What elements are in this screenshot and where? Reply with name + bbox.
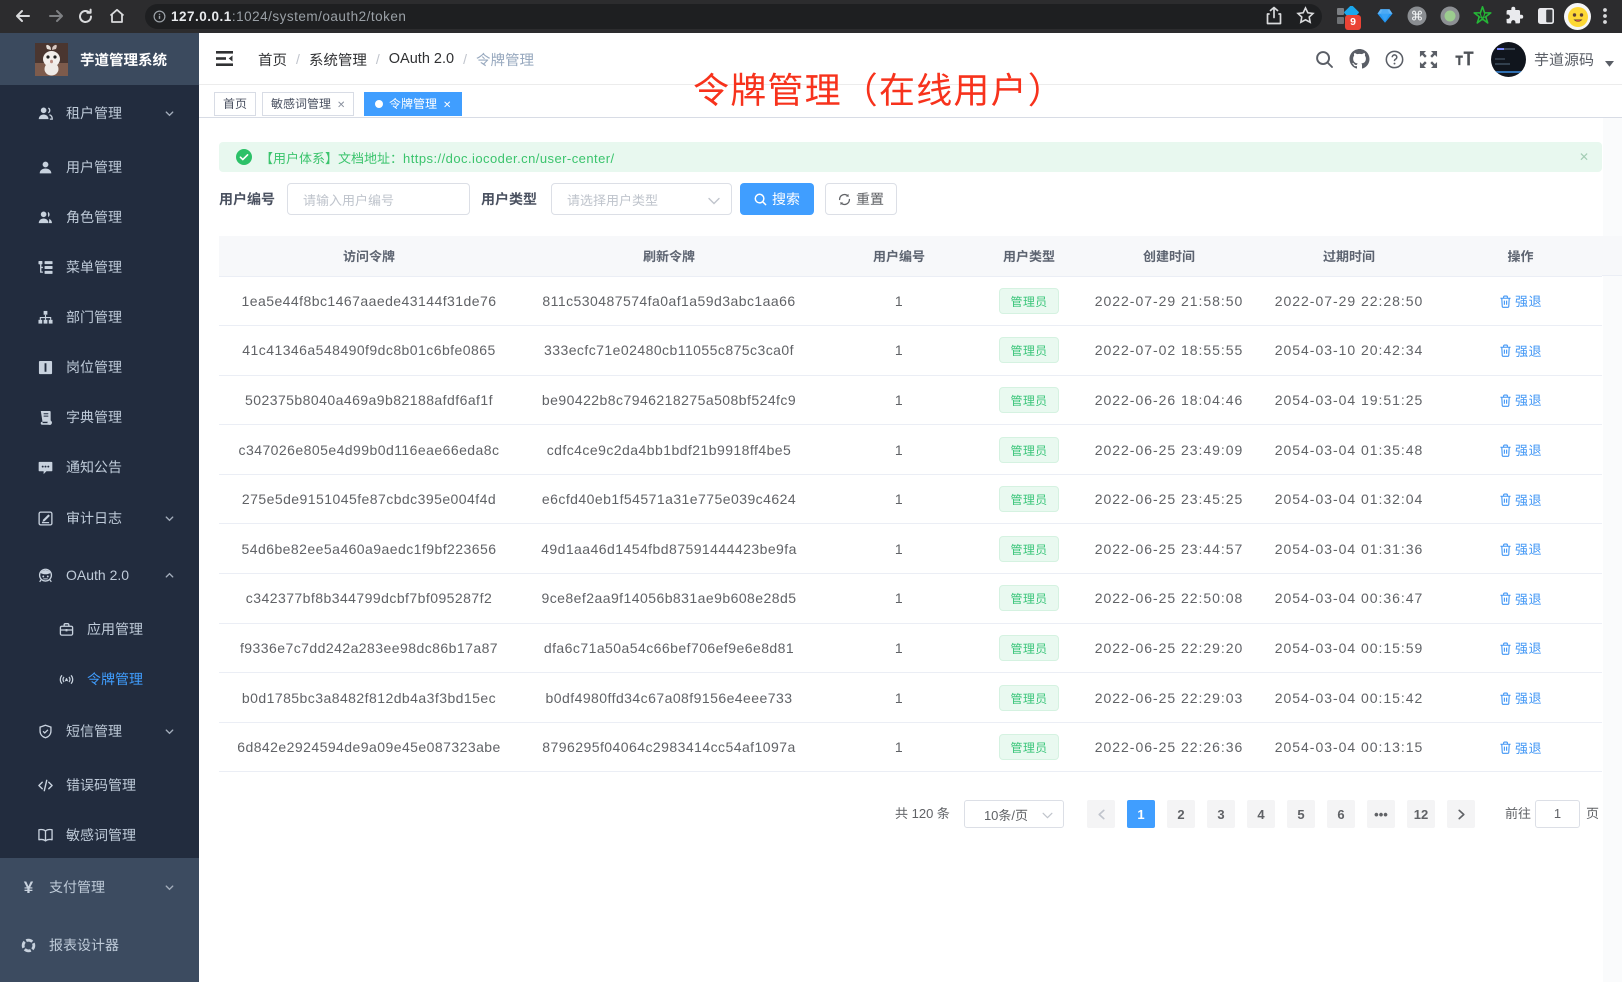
svg-text:⌘: ⌘ [1411,9,1424,24]
